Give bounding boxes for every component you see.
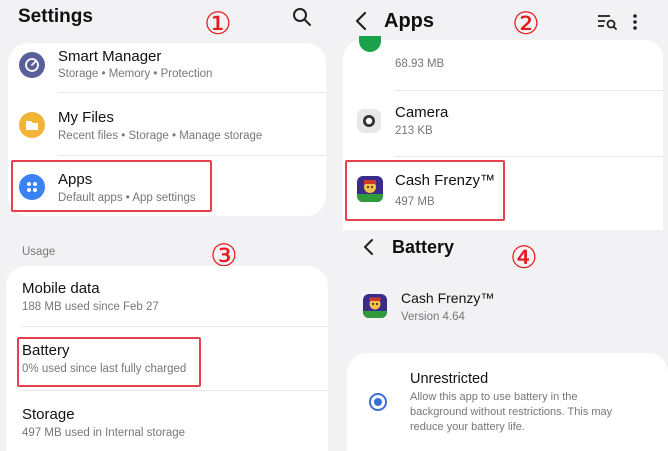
battery-option-card: Unrestricted Allow this app to use batte… — [347, 353, 668, 451]
radio-selected-dot — [374, 398, 382, 406]
item-title: Smart Manager — [58, 48, 162, 65]
usage-item-storage[interactable]: Storage 497 MB used in Internal storage — [6, 392, 328, 450]
app-list-item-camera[interactable]: Camera 213 KB — [343, 92, 663, 152]
app-name: Cash Frenzy™ — [401, 290, 495, 306]
folder-icon — [19, 112, 45, 138]
item-title: Mobile data — [22, 280, 100, 297]
item-subtitle: 0% used since last fully charged — [22, 363, 187, 375]
settings-card: Smart Manager Storage • Memory • Protect… — [8, 43, 326, 216]
app-name: Cash Frenzy™ — [395, 172, 496, 189]
item-title: My Files — [58, 109, 114, 126]
settings-item-my-files[interactable]: My Files Recent files • Storage • Manage… — [8, 95, 326, 151]
divider — [58, 155, 326, 156]
app-size: 213 KB — [395, 125, 433, 137]
step-badge: ② — [512, 6, 540, 41]
item-subtitle: Default apps • App settings — [58, 192, 196, 204]
apps-grid-icon — [19, 174, 45, 200]
app-list-item[interactable]: 68.93 MB — [343, 36, 663, 82]
back-arrow-icon[interactable] — [362, 237, 374, 257]
divider — [58, 92, 326, 93]
camera-icon — [357, 109, 381, 133]
page-title: Settings — [18, 6, 93, 27]
app-list-item-cash-frenzy[interactable]: Cash Frenzy™ 497 MB — [343, 158, 663, 220]
usage-card: Mobile data 188 MB used since Feb 27 Bat… — [6, 266, 328, 451]
option-description-line: reduce your battery life. — [410, 421, 525, 433]
usage-item-battery[interactable]: Battery 0% used since last fully charged — [6, 328, 328, 386]
app-version: Version 4.64 — [401, 311, 465, 323]
smart-manager-icon — [19, 52, 45, 78]
item-subtitle: 188 MB used since Feb 27 — [22, 301, 159, 313]
search-icon[interactable] — [292, 7, 312, 27]
divider — [395, 156, 663, 157]
step-badge: ④ — [510, 240, 538, 275]
usage-item-mobile-data[interactable]: Mobile data 188 MB used since Feb 27 — [6, 266, 328, 322]
app-size: 497 MB — [395, 196, 435, 208]
step-badge: ① — [204, 6, 232, 41]
option-description-line: background without restrictions. This ma… — [410, 406, 613, 418]
item-title: Battery — [22, 342, 70, 359]
back-arrow-icon[interactable] — [354, 10, 368, 32]
item-title: Apps — [58, 171, 93, 188]
green-app-icon — [359, 36, 381, 52]
settings-panel: Settings ① Smart Manager Storage • Memor… — [0, 0, 340, 232]
item-subtitle: Recent files • Storage • Manage storage — [58, 130, 263, 142]
app-name: Camera — [395, 104, 449, 121]
cash-frenzy-icon — [357, 176, 383, 202]
cash-frenzy-icon — [363, 294, 387, 318]
option-title: Unrestricted — [410, 371, 489, 387]
settings-item-apps[interactable]: Apps Default apps • App settings — [8, 157, 326, 213]
usage-panel: Usage ③ Mobile data 188 MB used since Fe… — [0, 232, 340, 451]
divider — [395, 90, 663, 91]
item-title: Storage — [22, 406, 75, 423]
item-subtitle: Storage • Memory • Protection — [58, 68, 213, 80]
apps-panel: Apps ② 68.93 MB Camera 213 KB Cash Frenz… — [340, 0, 668, 232]
battery-option-unrestricted[interactable]: Unrestricted Allow this app to use batte… — [347, 353, 668, 451]
app-size: 68.93 MB — [395, 58, 445, 70]
filter-search-icon[interactable] — [596, 12, 618, 32]
apps-list-card: 68.93 MB Camera 213 KB Cash Frenzy™ 497 … — [343, 36, 663, 230]
divider — [22, 326, 328, 327]
divider — [22, 390, 328, 391]
settings-item-smart-manager[interactable]: Smart Manager Storage • Memory • Protect… — [8, 43, 326, 89]
page-title: Apps — [384, 10, 434, 32]
battery-panel: Battery ④ Cash Frenzy™ Version 4.64 Unre… — [340, 232, 668, 451]
more-options-icon[interactable] — [632, 12, 638, 32]
option-description-line: Allow this app to use battery in the — [410, 391, 578, 403]
radio-button[interactable] — [369, 393, 387, 411]
section-label: Usage — [22, 246, 56, 258]
page-title: Battery — [392, 237, 455, 257]
item-subtitle: 497 MB used in Internal storage — [22, 427, 186, 439]
